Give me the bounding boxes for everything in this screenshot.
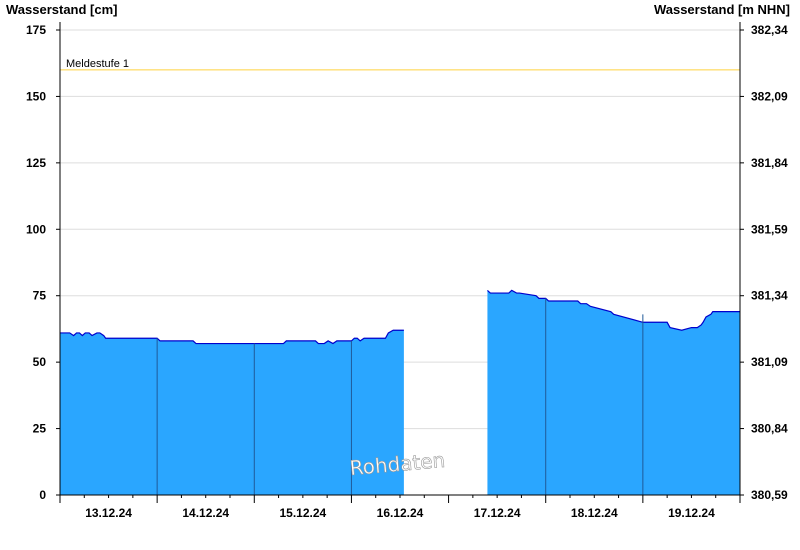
x-tick-label: 18.12.24: [571, 506, 618, 520]
left-tick-label: 0: [39, 488, 46, 502]
left-tick-label: 25: [33, 422, 47, 436]
right-tick-label: 380,59: [751, 488, 788, 502]
right-tick-label: 381,09: [751, 355, 788, 369]
left-axis-title: Wasserstand [cm]: [6, 2, 118, 17]
x-tick-label: 15.12.24: [279, 506, 326, 520]
x-tick-label: 19.12.24: [668, 506, 715, 520]
water-level-chart: Meldestufe 1 0 380,59 25 380,84 50 381,09 75 38…: [6, 2, 790, 520]
right-tick-label: 382,34: [751, 23, 788, 37]
left-tick-label: 50: [33, 355, 47, 369]
threshold-label: Meldestufe 1: [66, 58, 129, 70]
threshold-group: Meldestufe 1: [60, 58, 740, 71]
x-tick-label: 17.12.24: [474, 506, 521, 520]
left-tick-label: 75: [33, 289, 47, 303]
right-axis-title: Wasserstand [m NHN]: [654, 2, 790, 17]
x-tick-label: 16.12.24: [377, 506, 424, 520]
right-tick-label: 381,84: [751, 156, 788, 170]
area-fill-segment-2: [487, 290, 740, 495]
x-tick-label: 14.12.24: [182, 506, 229, 520]
right-tick-label: 381,34: [751, 289, 788, 303]
left-tick-label: 100: [26, 222, 46, 236]
left-tick-label: 125: [26, 156, 46, 170]
left-tick-label: 175: [26, 23, 46, 37]
right-tick-label: 382,09: [751, 89, 788, 103]
x-tick-label: 13.12.24: [85, 506, 132, 520]
right-tick-label: 380,84: [751, 422, 788, 436]
left-tick-label: 150: [26, 89, 46, 103]
right-tick-label: 381,59: [751, 222, 788, 236]
